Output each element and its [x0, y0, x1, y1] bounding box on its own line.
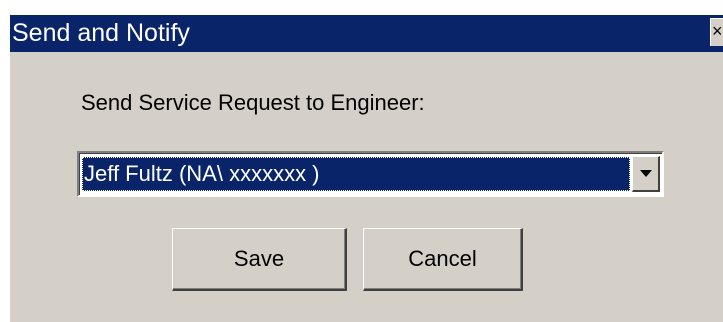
close-button[interactable]: ×	[710, 18, 723, 46]
cancel-button[interactable]: Cancel	[363, 228, 523, 291]
engineer-select[interactable]: Jeff Fultz (NA\ xxxxxxx )	[77, 151, 664, 197]
engineer-select-value[interactable]: Jeff Fultz (NA\ xxxxxxx )	[82, 157, 630, 191]
title-bar[interactable]: Send and Notify ×	[10, 15, 723, 52]
engineer-prompt-label: Send Service Request to Engineer:	[81, 90, 425, 115]
send-and-notify-dialog: Send and Notify × Send Service Request t…	[9, 14, 723, 322]
window-title: Send and Notify	[12, 19, 190, 47]
dropdown-button[interactable]	[632, 156, 660, 192]
close-icon: ×	[712, 21, 723, 41]
chevron-down-icon	[640, 170, 652, 177]
save-button[interactable]: Save	[172, 228, 347, 291]
